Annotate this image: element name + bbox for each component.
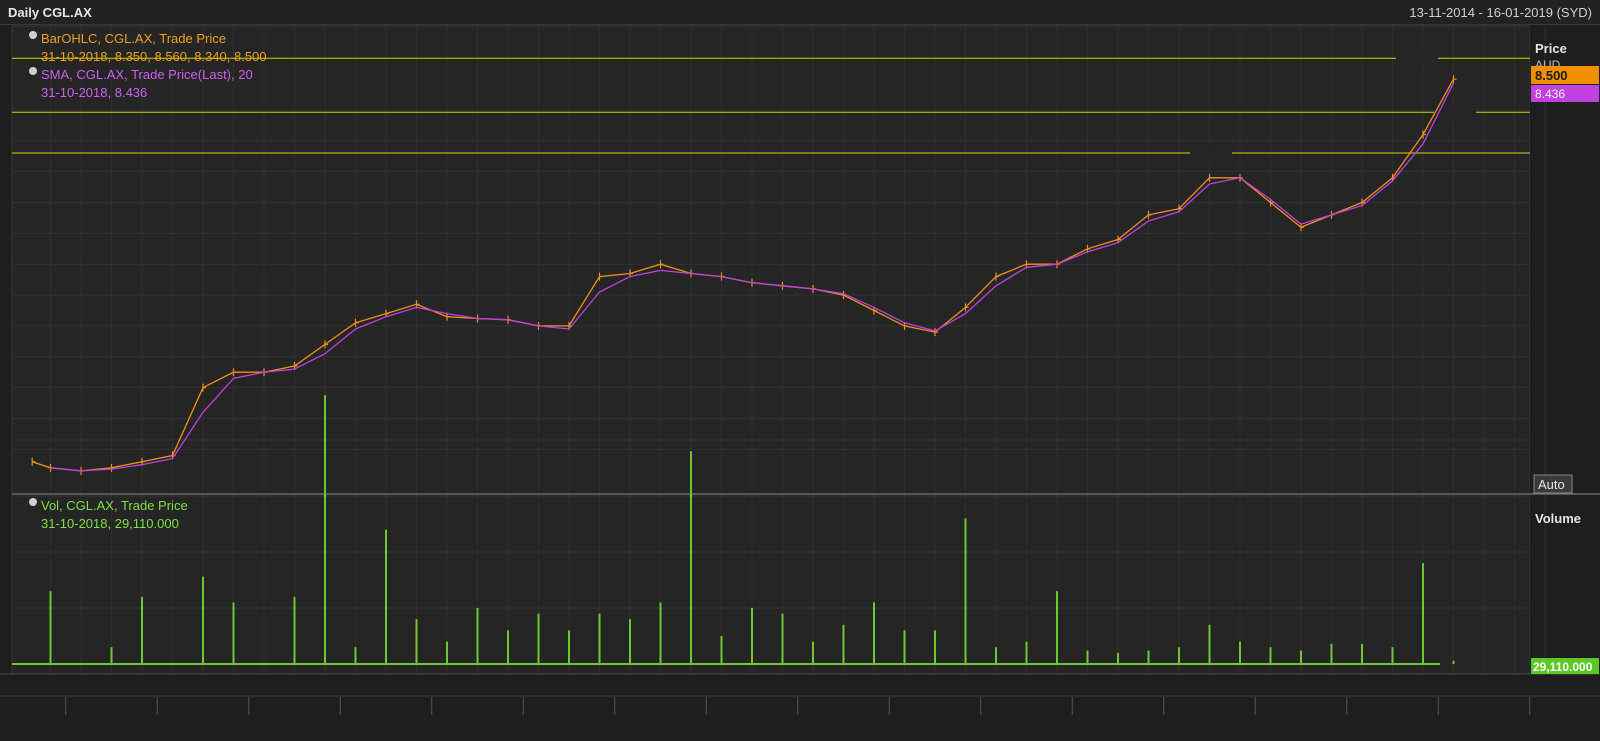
volume-bar [1056, 591, 1058, 664]
volume-panel-bg [11, 493, 1531, 675]
reference-label-bg [1434, 104, 1476, 121]
volume-bar [537, 613, 540, 664]
last-price-value: 8.500 [1535, 68, 1568, 83]
volume-bar [507, 630, 509, 664]
axis-area [1530, 26, 1600, 674]
volume-bar [446, 641, 448, 664]
volume-bar [659, 602, 662, 664]
price-panel-bg [11, 25, 1531, 495]
volume-bar [202, 576, 204, 664]
legend-bar-title: BarOHLC, CGL.AX, Trade Price [41, 31, 226, 46]
volume-bar [812, 641, 814, 664]
volume-bar [1330, 643, 1333, 664]
volume-bar [415, 619, 418, 664]
volume-bar [629, 619, 631, 664]
legend-sma-values: 31-10-2018, 8.436 [41, 85, 147, 100]
volume-bar [903, 630, 906, 664]
legend-vol-icon[interactable] [29, 498, 37, 506]
volume-bar [934, 630, 936, 664]
volume-bar [141, 596, 143, 664]
volume-bar [1269, 647, 1272, 664]
price-axis-title: Price [1535, 41, 1567, 56]
volume-bar [995, 647, 997, 664]
volume-bar [568, 630, 570, 664]
volume-bar [49, 591, 52, 664]
volume-bar [1452, 660, 1455, 664]
volume-bar [232, 602, 235, 664]
legend-vol-values: 31-10-2018, 29,110.000 [41, 516, 179, 531]
volume-bar [1147, 650, 1150, 664]
volume-bar [1361, 643, 1363, 664]
legend-bar-values: 31-10-2018, 8.350, 8.560, 8.340, 8.500 [41, 49, 267, 64]
volume-bar [1422, 563, 1424, 664]
volume-bar [293, 596, 296, 664]
volume-bar [1086, 650, 1089, 664]
reference-label-bg [1396, 50, 1438, 67]
volume-bar [1239, 641, 1241, 664]
volume-bar [598, 613, 601, 664]
volume-bar [690, 451, 692, 664]
legend-vol-title: Vol, CGL.AX, Trade Price [41, 498, 188, 513]
volume-bar [781, 613, 784, 664]
volume-bar [751, 608, 753, 664]
time-axis-ticks [65, 697, 1531, 715]
volume-bar [1208, 624, 1211, 664]
volume-bar [1391, 647, 1394, 664]
volume-bar [964, 518, 967, 664]
last-volume-value: 29,110.000 [1533, 660, 1593, 674]
chart-svg[interactable]: BarOHLC, CGL.AX, Trade Price 31-10-2018,… [0, 0, 1600, 741]
volume-bar [385, 529, 387, 664]
volume-bar [354, 647, 357, 664]
legend-sma-title: SMA, CGL.AX, Trade Price(Last), 20 [41, 67, 253, 82]
reference-label-bg [1190, 145, 1232, 162]
volume-bar [873, 602, 875, 664]
volume-bar [110, 647, 113, 664]
legend-bar-icon[interactable] [29, 31, 37, 39]
volume-bar [1117, 652, 1119, 664]
volume-axis-title: Volume [1535, 511, 1581, 526]
legend-sma-icon[interactable] [29, 67, 37, 75]
volume-bar [1178, 647, 1180, 664]
volume-bar [842, 624, 845, 664]
volume-bar [1025, 641, 1028, 664]
volume-bar [476, 608, 479, 664]
last-sma-value: 8.436 [1535, 87, 1565, 101]
volume-bar [1300, 650, 1302, 664]
volume-bar [324, 395, 326, 664]
volume-bar [720, 636, 723, 664]
auto-button-label[interactable]: Auto [1538, 477, 1565, 492]
